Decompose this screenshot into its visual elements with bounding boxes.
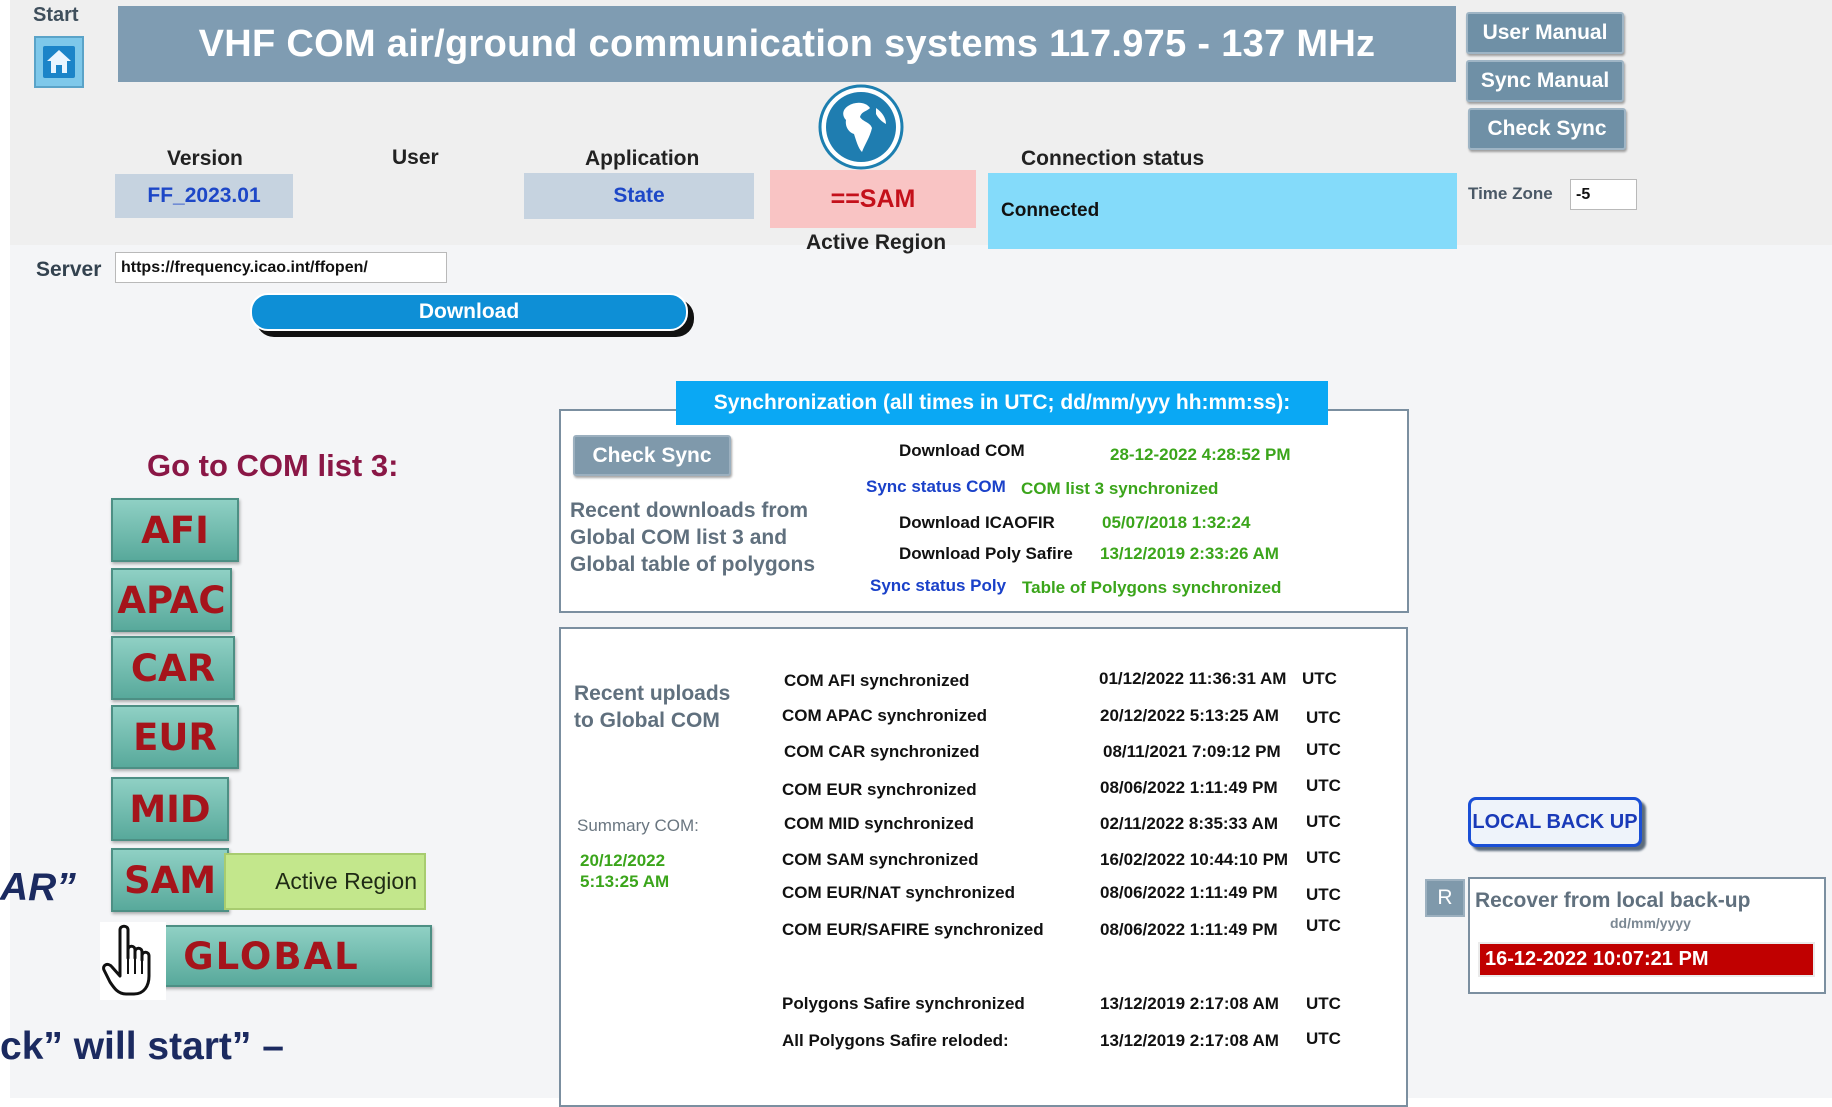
- upload-row-tz: UTC: [1306, 708, 1341, 727]
- server-url-field[interactable]: https://frequency.icao.int/ffopen/: [115, 252, 447, 283]
- upload-row-label: COM APAC synchronized: [782, 706, 987, 725]
- sync-status-poly-value: Table of Polygons synchronized: [1022, 578, 1282, 597]
- upload-row-label: COM EUR synchronized: [782, 780, 977, 799]
- upload-row-time: 01/12/2022 11:36:31 AM: [1099, 669, 1287, 688]
- upload-row-tz: UTC: [1306, 916, 1341, 935]
- recover-r-button[interactable]: R: [1425, 879, 1465, 917]
- overlay-fragment-2: ck” will start” –: [0, 1025, 284, 1068]
- upload-row-label: COM SAM synchronized: [782, 850, 979, 869]
- connection-status-panel: Connected: [988, 173, 1457, 249]
- version-label: Version: [167, 147, 243, 170]
- download-icaofir-label: Download ICAOFIR: [899, 513, 1055, 532]
- upload-row-time: 13/12/2019 2:17:08 AM: [1100, 1031, 1279, 1050]
- start-label: Start: [33, 4, 79, 26]
- region-apac-button[interactable]: APAC: [111, 568, 232, 632]
- globe-icon: [818, 84, 904, 175]
- application-label: Application: [585, 147, 700, 170]
- upload-row-time: 08/06/2022 1:11:49 PM: [1100, 778, 1278, 797]
- upload-row-label: COM EUR/NAT synchronized: [782, 883, 1015, 902]
- upload-row-time: 08/11/2021 7:09:12 PM: [1103, 742, 1281, 761]
- download-com-value: 28-12-2022 4:28:52 PM: [1110, 445, 1291, 464]
- hand-pointer-icon: [98, 922, 168, 1007]
- upload-row-time: 08/06/2022 1:11:49 PM: [1100, 920, 1278, 939]
- download-poly-label: Download Poly Safire: [899, 544, 1073, 563]
- upload-row-tz: UTC: [1302, 669, 1337, 688]
- active-region-label: Active Region: [806, 231, 947, 254]
- active-region-tag: Active Region: [224, 853, 426, 910]
- upload-row-label: COM MID synchronized: [784, 814, 974, 833]
- sync-title: Synchronization (all times in UTC; dd/mm…: [676, 381, 1328, 425]
- upload-row-label: COM AFI synchronized: [784, 671, 970, 690]
- region-car-button[interactable]: CAR: [111, 636, 235, 700]
- upload-row-tz: UTC: [1306, 776, 1341, 795]
- sync-status-com-label: Sync status COM: [866, 477, 1006, 496]
- upload-row-time: 13/12/2019 2:17:08 AM: [1100, 994, 1279, 1013]
- recover-panel: Recover from local back-up dd/mm/yyyy 16…: [1468, 877, 1826, 994]
- upload-row-label: Polygons Safire synchronized: [782, 994, 1025, 1013]
- recover-format-label: dd/mm/yyyy: [1610, 915, 1691, 931]
- upload-row-time: 20/12/2022 5:13:25 AM: [1100, 706, 1279, 725]
- timezone-field[interactable]: -5: [1570, 179, 1637, 210]
- recover-date-field[interactable]: 16-12-2022 10:07:21 PM: [1478, 942, 1815, 977]
- user-label: User: [392, 146, 439, 169]
- recent-downloads-text: Recent downloads from Global COM list 3 …: [570, 499, 816, 576]
- summary-com-value: 20/12/2022 5:13:25 AM: [580, 851, 670, 891]
- sync-status-com-value: COM list 3 synchronized: [1021, 479, 1219, 498]
- check-sync-header-button[interactable]: Check Sync: [1468, 108, 1626, 150]
- upload-row-time: 16/02/2022 10:44:10 PM: [1100, 850, 1289, 869]
- download-poly-value: 13/12/2019 2:33:26 AM: [1100, 544, 1279, 563]
- upload-row-tz: UTC: [1306, 885, 1341, 904]
- region-mid-button[interactable]: MID: [111, 777, 229, 841]
- sync-manual-button[interactable]: Sync Manual: [1466, 60, 1624, 102]
- upload-row-tz: UTC: [1306, 848, 1341, 867]
- connection-status-label: Connection status: [1021, 147, 1205, 170]
- upload-row-time: 08/06/2022 1:11:49 PM: [1100, 883, 1278, 902]
- upload-row-tz: UTC: [1306, 740, 1341, 759]
- upload-row-time: 02/11/2022 8:35:33 AM: [1100, 814, 1278, 833]
- home-button[interactable]: [34, 36, 84, 88]
- connection-status-value: Connected: [1001, 200, 1100, 221]
- version-value: FF_2023.01: [115, 174, 293, 218]
- download-com-label: Download COM: [899, 441, 1025, 460]
- overlay-fragment-1: AR”: [0, 866, 76, 909]
- application-value: State: [524, 173, 754, 219]
- page-title: VHF COM air/ground communication systems…: [118, 6, 1456, 82]
- upload-row-tz: UTC: [1306, 1029, 1341, 1048]
- download-button[interactable]: Download: [250, 293, 688, 331]
- upload-row-label: COM CAR synchronized: [784, 742, 980, 761]
- upload-row-label: COM EUR/SAFIRE synchronized: [782, 920, 1044, 939]
- check-sync-button[interactable]: Check Sync: [573, 435, 731, 476]
- com-list-heading: Go to COM list 3:: [147, 448, 399, 483]
- download-icaofir-value: 05/07/2018 1:32:24: [1102, 513, 1251, 532]
- region-value: ==SAM: [770, 170, 976, 228]
- sync-status-poly-label: Sync status Poly: [870, 576, 1007, 595]
- recover-label: Recover from local back-up: [1475, 889, 1751, 912]
- local-backup-button[interactable]: LOCAL BACK UP: [1468, 797, 1642, 847]
- upload-row-tz: UTC: [1306, 994, 1341, 1013]
- summary-com-label: Summary COM:: [577, 816, 699, 835]
- region-sam-button[interactable]: SAM: [111, 848, 229, 912]
- upload-row-label: All Polygons Safire reloded:: [782, 1031, 1009, 1050]
- upload-row-tz: UTC: [1306, 812, 1341, 831]
- home-icon: [43, 46, 75, 78]
- server-label: Server: [36, 258, 102, 281]
- user-manual-button[interactable]: User Manual: [1466, 12, 1624, 54]
- region-afi-button[interactable]: AFI: [111, 498, 239, 562]
- region-eur-button[interactable]: EUR: [111, 705, 239, 769]
- timezone-label: Time Zone: [1468, 184, 1553, 203]
- recent-uploads-heading: Recent uploads to Global COM: [574, 682, 731, 732]
